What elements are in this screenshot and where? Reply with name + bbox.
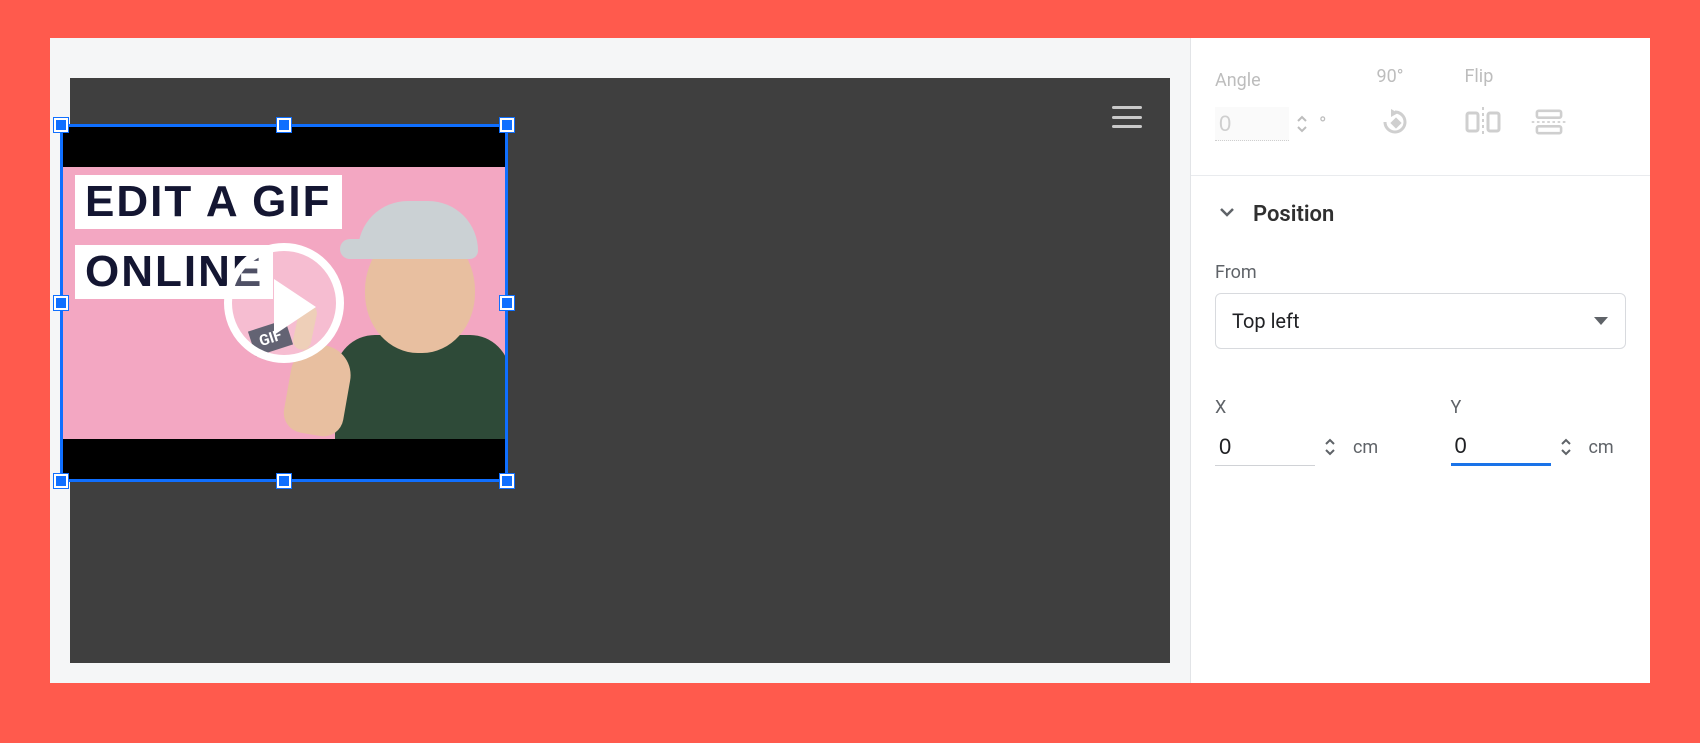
resize-handle-bl[interactable]: [54, 474, 68, 488]
play-icon[interactable]: [224, 243, 344, 363]
canvas-pane[interactable]: Slides. EDIT A GIF ONLINE GIF: [50, 38, 1190, 683]
resize-handle-lm[interactable]: [54, 296, 68, 310]
y-unit: cm: [1589, 437, 1614, 458]
resize-handle-br[interactable]: [500, 474, 514, 488]
ninety-label: 90°: [1376, 66, 1414, 87]
caret-down-icon: [1593, 316, 1609, 326]
flip-horizontal-icon[interactable]: [1464, 103, 1502, 141]
thumb-text-1: EDIT A GIF: [75, 175, 342, 229]
chevron-down-icon: [1215, 200, 1239, 228]
from-value: Top left: [1232, 309, 1300, 333]
properties-panel: Angle ° 90°: [1190, 38, 1650, 683]
slide[interactable]: Slides. EDIT A GIF ONLINE GIF: [70, 78, 1170, 663]
flip-label: Flip: [1464, 66, 1568, 87]
x-label: X: [1215, 397, 1391, 418]
position-title: Position: [1253, 202, 1334, 227]
angle-label: Angle: [1215, 70, 1326, 91]
position-section-header[interactable]: Position: [1191, 176, 1650, 238]
y-stepper[interactable]: [1559, 437, 1573, 457]
flip-vertical-icon[interactable]: [1530, 103, 1568, 141]
resize-handle-rm[interactable]: [500, 296, 514, 310]
video-thumbnail: EDIT A GIF ONLINE GIF: [63, 167, 505, 439]
resize-handle-tr[interactable]: [500, 118, 514, 132]
resize-handle-bm[interactable]: [277, 474, 291, 488]
from-select[interactable]: Top left: [1215, 293, 1626, 349]
from-label: From: [1215, 262, 1626, 283]
y-input[interactable]: [1451, 428, 1551, 466]
resize-handle-tl[interactable]: [54, 118, 68, 132]
hamburger-icon[interactable]: [1112, 106, 1142, 128]
resize-handle-tm[interactable]: [277, 118, 291, 132]
degree-symbol: °: [1319, 112, 1326, 136]
position-form: From Top left X cm: [1191, 238, 1650, 490]
rotate-90-icon[interactable]: [1376, 103, 1414, 141]
app-frame: Slides. EDIT A GIF ONLINE GIF: [50, 38, 1650, 683]
x-unit: cm: [1353, 437, 1378, 458]
angle-stepper[interactable]: [1295, 114, 1309, 134]
x-stepper[interactable]: [1323, 437, 1337, 457]
angle-input[interactable]: [1215, 107, 1289, 141]
rotate-section: Angle ° 90°: [1191, 38, 1650, 176]
x-input[interactable]: [1215, 428, 1315, 466]
selected-video-object[interactable]: EDIT A GIF ONLINE GIF: [60, 124, 508, 482]
y-label: Y: [1451, 397, 1627, 418]
